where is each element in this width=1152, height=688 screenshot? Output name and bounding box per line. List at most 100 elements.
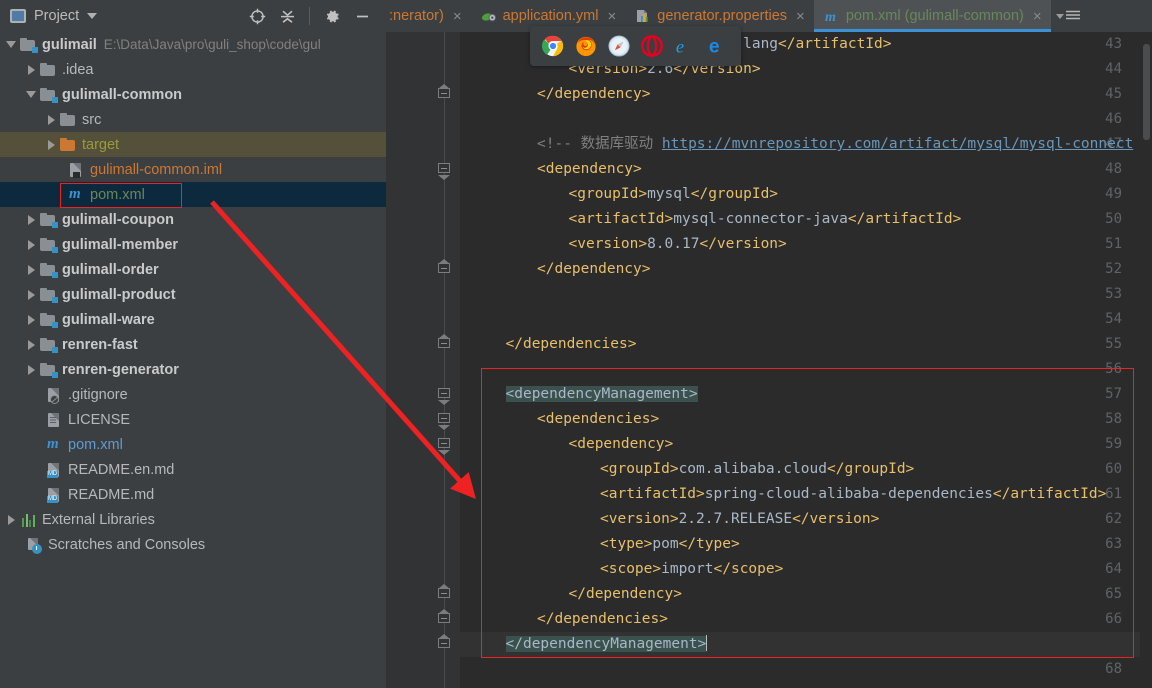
expand-arrow-icon[interactable]	[24, 288, 38, 302]
tab-close-icon[interactable]: ×	[453, 8, 462, 25]
module-folder-icon	[40, 237, 58, 253]
toolwindow-actions	[240, 0, 379, 32]
tree-row-readme-en-md[interactable]: MD README.en.md	[0, 457, 386, 482]
expand-arrow-icon[interactable]	[24, 213, 38, 227]
collapse-all-icon[interactable]	[274, 3, 300, 29]
tree-row-idea[interactable]: .idea	[0, 57, 386, 82]
editor-text[interactable]: <artifactId>commons-lang</artifactId><ve…	[460, 32, 1152, 688]
expand-arrow-icon[interactable]	[24, 63, 38, 77]
idea-window: Project:nerator) × application.yml × ge…	[0, 0, 1152, 688]
svg-text:m: m	[825, 10, 836, 24]
expand-arrow-icon[interactable]	[24, 313, 38, 327]
editor-tab-label: :nerator)	[389, 8, 444, 24]
code-line: <dependency>	[537, 161, 642, 177]
expand-arrow-icon[interactable]	[4, 38, 18, 52]
fold-toggle-icon[interactable]	[438, 259, 451, 276]
tree-row-label: .gitignore	[68, 386, 128, 403]
code-line: </dependencyManagement>	[460, 632, 1152, 657]
expand-arrow-icon[interactable]	[24, 363, 38, 377]
svg-text:e: e	[709, 36, 720, 57]
expand-arrow-icon[interactable]	[44, 138, 58, 152]
libraries-icon	[20, 512, 37, 528]
settings-gear-icon[interactable]	[319, 3, 345, 29]
edge-icon[interactable]: e	[707, 35, 729, 57]
tree-row-src[interactable]: src	[0, 107, 386, 132]
tree-row-label: gulimall-product	[62, 286, 176, 303]
fold-toggle-icon[interactable]	[438, 334, 451, 351]
tree-row-gulimall-product[interactable]: gulimall-product	[0, 282, 386, 307]
code-line: <type>pom</type>	[600, 536, 740, 552]
chrome-icon[interactable]	[541, 35, 564, 57]
fold-toggle-icon[interactable]	[438, 438, 451, 455]
code-line: </dependencies>	[537, 611, 668, 627]
tree-row-label: renren-generator	[62, 361, 179, 378]
tree-row-renren-generator[interactable]: renren-generator	[0, 357, 386, 382]
tree-row-gulimall-order[interactable]: gulimall-order	[0, 257, 386, 282]
module-folder-icon	[40, 87, 58, 103]
fold-toggle-icon[interactable]	[438, 413, 451, 430]
svg-text:e: e	[676, 36, 684, 56]
fold-toggle-icon[interactable]	[438, 609, 451, 626]
chevron-down-icon[interactable]	[87, 13, 98, 19]
tab-close-icon[interactable]: ×	[796, 8, 805, 25]
minimize-icon[interactable]	[349, 3, 375, 29]
code-line: <dependency>	[568, 436, 674, 452]
tree-row-gulimall-ware[interactable]: gulimall-ware	[0, 307, 386, 332]
tab-list-icon[interactable]	[1051, 0, 1085, 32]
module-folder-icon	[40, 362, 58, 378]
tree-row-pom-xml-root[interactable]: m pom.xml	[0, 432, 386, 457]
scrollbar-thumb[interactable]	[1143, 44, 1150, 140]
tab-close-icon[interactable]: ×	[1033, 8, 1042, 25]
fold-toggle-icon[interactable]	[438, 584, 451, 601]
tree-row-external-libraries[interactable]: External Libraries	[0, 507, 386, 532]
tree-row-gulimall-common[interactable]: gulimall-common	[0, 82, 386, 107]
editor-tab-active[interactable]: m pom.xml (gulimall-common) ×	[813, 0, 1051, 32]
module-folder-icon	[40, 312, 58, 328]
tree-row-scratches-and-consoles[interactable]: Scratches and Consoles	[0, 532, 386, 557]
fold-toggle-icon[interactable]	[438, 84, 451, 101]
iml-file-icon	[68, 162, 85, 178]
tree-row-target[interactable]: target	[0, 132, 386, 157]
tree-row-readme-md[interactable]: MD README.md	[0, 482, 386, 507]
tree-row-renren-fast[interactable]: renren-fast	[0, 332, 386, 357]
text-file-icon	[46, 412, 63, 428]
expand-arrow-icon[interactable]	[44, 113, 58, 127]
maven-icon: m	[824, 8, 840, 25]
expand-arrow-icon[interactable]	[24, 338, 38, 352]
editor-scrollbar[interactable]	[1140, 32, 1152, 688]
tree-row-gitignore[interactable]: .gitignore	[0, 382, 386, 407]
code-editor[interactable]: 43 44 45 46 47 48 49 50 51 52 53 54 55 56 57 58 59 60 61 62…	[386, 32, 1152, 688]
safari-icon[interactable]	[608, 35, 630, 57]
internet-explorer-icon[interactable]: e	[674, 35, 696, 57]
module-folder-icon	[40, 212, 58, 228]
editor-tab-label: pom.xml (gulimall-common)	[845, 8, 1024, 24]
fold-toggle-icon[interactable]	[438, 163, 451, 180]
tree-row-gulimall-common-iml[interactable]: gulimall-common.iml	[0, 157, 386, 182]
firefox-icon[interactable]	[575, 35, 597, 57]
tree-row-gulimall-member[interactable]: gulimall-member	[0, 232, 386, 257]
tree-row-label: gulimall-ware	[62, 311, 155, 328]
tree-row-license[interactable]: LICENSE	[0, 407, 386, 432]
tree-row-gulimall-coupon[interactable]: gulimall-coupon	[0, 207, 386, 232]
fold-toggle-icon[interactable]	[438, 388, 451, 405]
tree-row-label: README.md	[68, 486, 155, 503]
tab-close-icon[interactable]: ×	[608, 8, 617, 25]
tree-row-pom-xml-common[interactable]: m pom.xml	[0, 182, 386, 207]
project-tree[interactable]: gulimail E:\Data\Java\pro\guli_shop\code…	[0, 32, 386, 688]
code-line: <groupId>mysql</groupId>	[568, 186, 779, 202]
tree-row-gulimail[interactable]: gulimail E:\Data\Java\pro\guli_shop\code…	[0, 32, 386, 57]
locate-icon[interactable]	[244, 3, 270, 29]
fold-toggle-icon[interactable]	[438, 634, 451, 651]
properties-icon	[635, 8, 651, 24]
expand-arrow-icon[interactable]	[24, 88, 38, 102]
tree-row-label: gulimall-coupon	[62, 211, 174, 228]
opera-icon[interactable]	[641, 35, 663, 57]
editor-tab[interactable]: :nerator) ×	[379, 0, 471, 32]
expand-arrow-icon[interactable]	[4, 513, 18, 527]
browser-launch-popup[interactable]: e e	[530, 26, 741, 66]
tree-row-label: LICENSE	[68, 411, 131, 428]
expand-arrow-icon[interactable]	[24, 263, 38, 277]
expand-arrow-icon[interactable]	[24, 238, 38, 252]
